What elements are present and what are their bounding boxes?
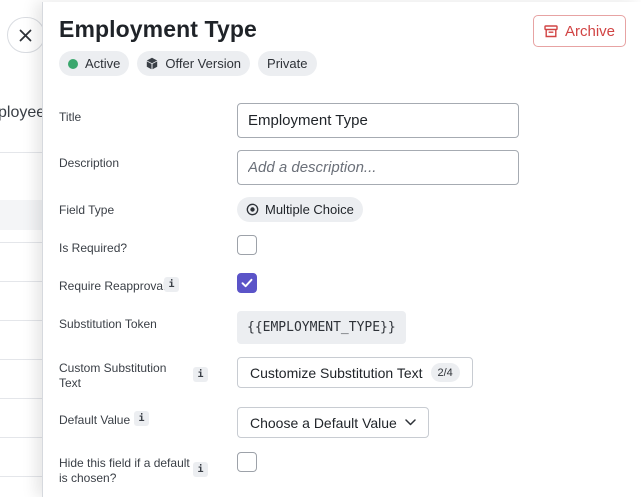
close-drawer-button[interactable] [7,17,45,53]
status-badge-label: Active [85,56,121,71]
offer-version-badge: Offer Version [137,51,251,76]
hide-if-default-label: Hide this field if a default is chosen? [59,456,190,485]
visibility-badge: Private [258,51,317,76]
substitution-count-badge: 2/4 [430,363,460,382]
close-icon [19,29,32,41]
info-icon[interactable]: i [134,411,149,426]
archive-label: Archive [564,22,616,40]
checkmark-icon [241,278,253,288]
info-icon[interactable]: i [193,367,208,382]
status-badge: Active [59,51,130,76]
substitution-token-label: Substitution Token [59,317,157,331]
default-value-dropdown-label: Choose a Default Value [250,414,397,431]
field-type-value: Multiple Choice [265,202,354,217]
hide-if-default-checkbox[interactable] [237,452,257,472]
radio-icon [246,203,259,216]
status-badges: Active Offer Version Private [59,51,317,76]
field-detail-drawer: Employment Type Archive Active Offer Ver… [42,2,641,497]
substitution-token-value: {{EMPLOYMENT_TYPE}} [237,311,406,344]
title-input[interactable] [237,103,519,138]
page-title: Employment Type [59,16,257,42]
customize-substitution-text-button[interactable]: Customize Substitution Text 2/4 [237,357,473,388]
visibility-label: Private [267,56,308,71]
info-icon[interactable]: i [193,462,208,477]
field-type-label: Field Type [59,203,115,217]
info-icon[interactable]: i [164,277,179,292]
title-label: Title [59,110,82,124]
chevron-down-icon [405,419,416,426]
is-required-checkbox[interactable] [237,235,257,255]
require-reapproval-checkbox[interactable] [237,273,257,293]
is-required-label: Is Required? [59,241,128,255]
custom-substitution-text-label: Custom Substitution Text [59,361,167,390]
field-type-pill: Multiple Choice [237,197,363,222]
offer-version-label: Offer Version [165,56,242,71]
default-value-label: Default Value [59,413,131,427]
archive-box-icon [544,24,558,37]
archive-button[interactable]: Archive [533,15,626,47]
description-input[interactable] [237,150,519,185]
description-label: Description [59,156,120,170]
active-dot-icon [68,58,78,69]
customize-substitution-text-label: Customize Substitution Text [250,364,423,381]
default-value-dropdown[interactable]: Choose a Default Value [237,407,429,438]
cube-icon [147,57,158,70]
require-reapproval-label: Require Reapproval [59,279,166,293]
